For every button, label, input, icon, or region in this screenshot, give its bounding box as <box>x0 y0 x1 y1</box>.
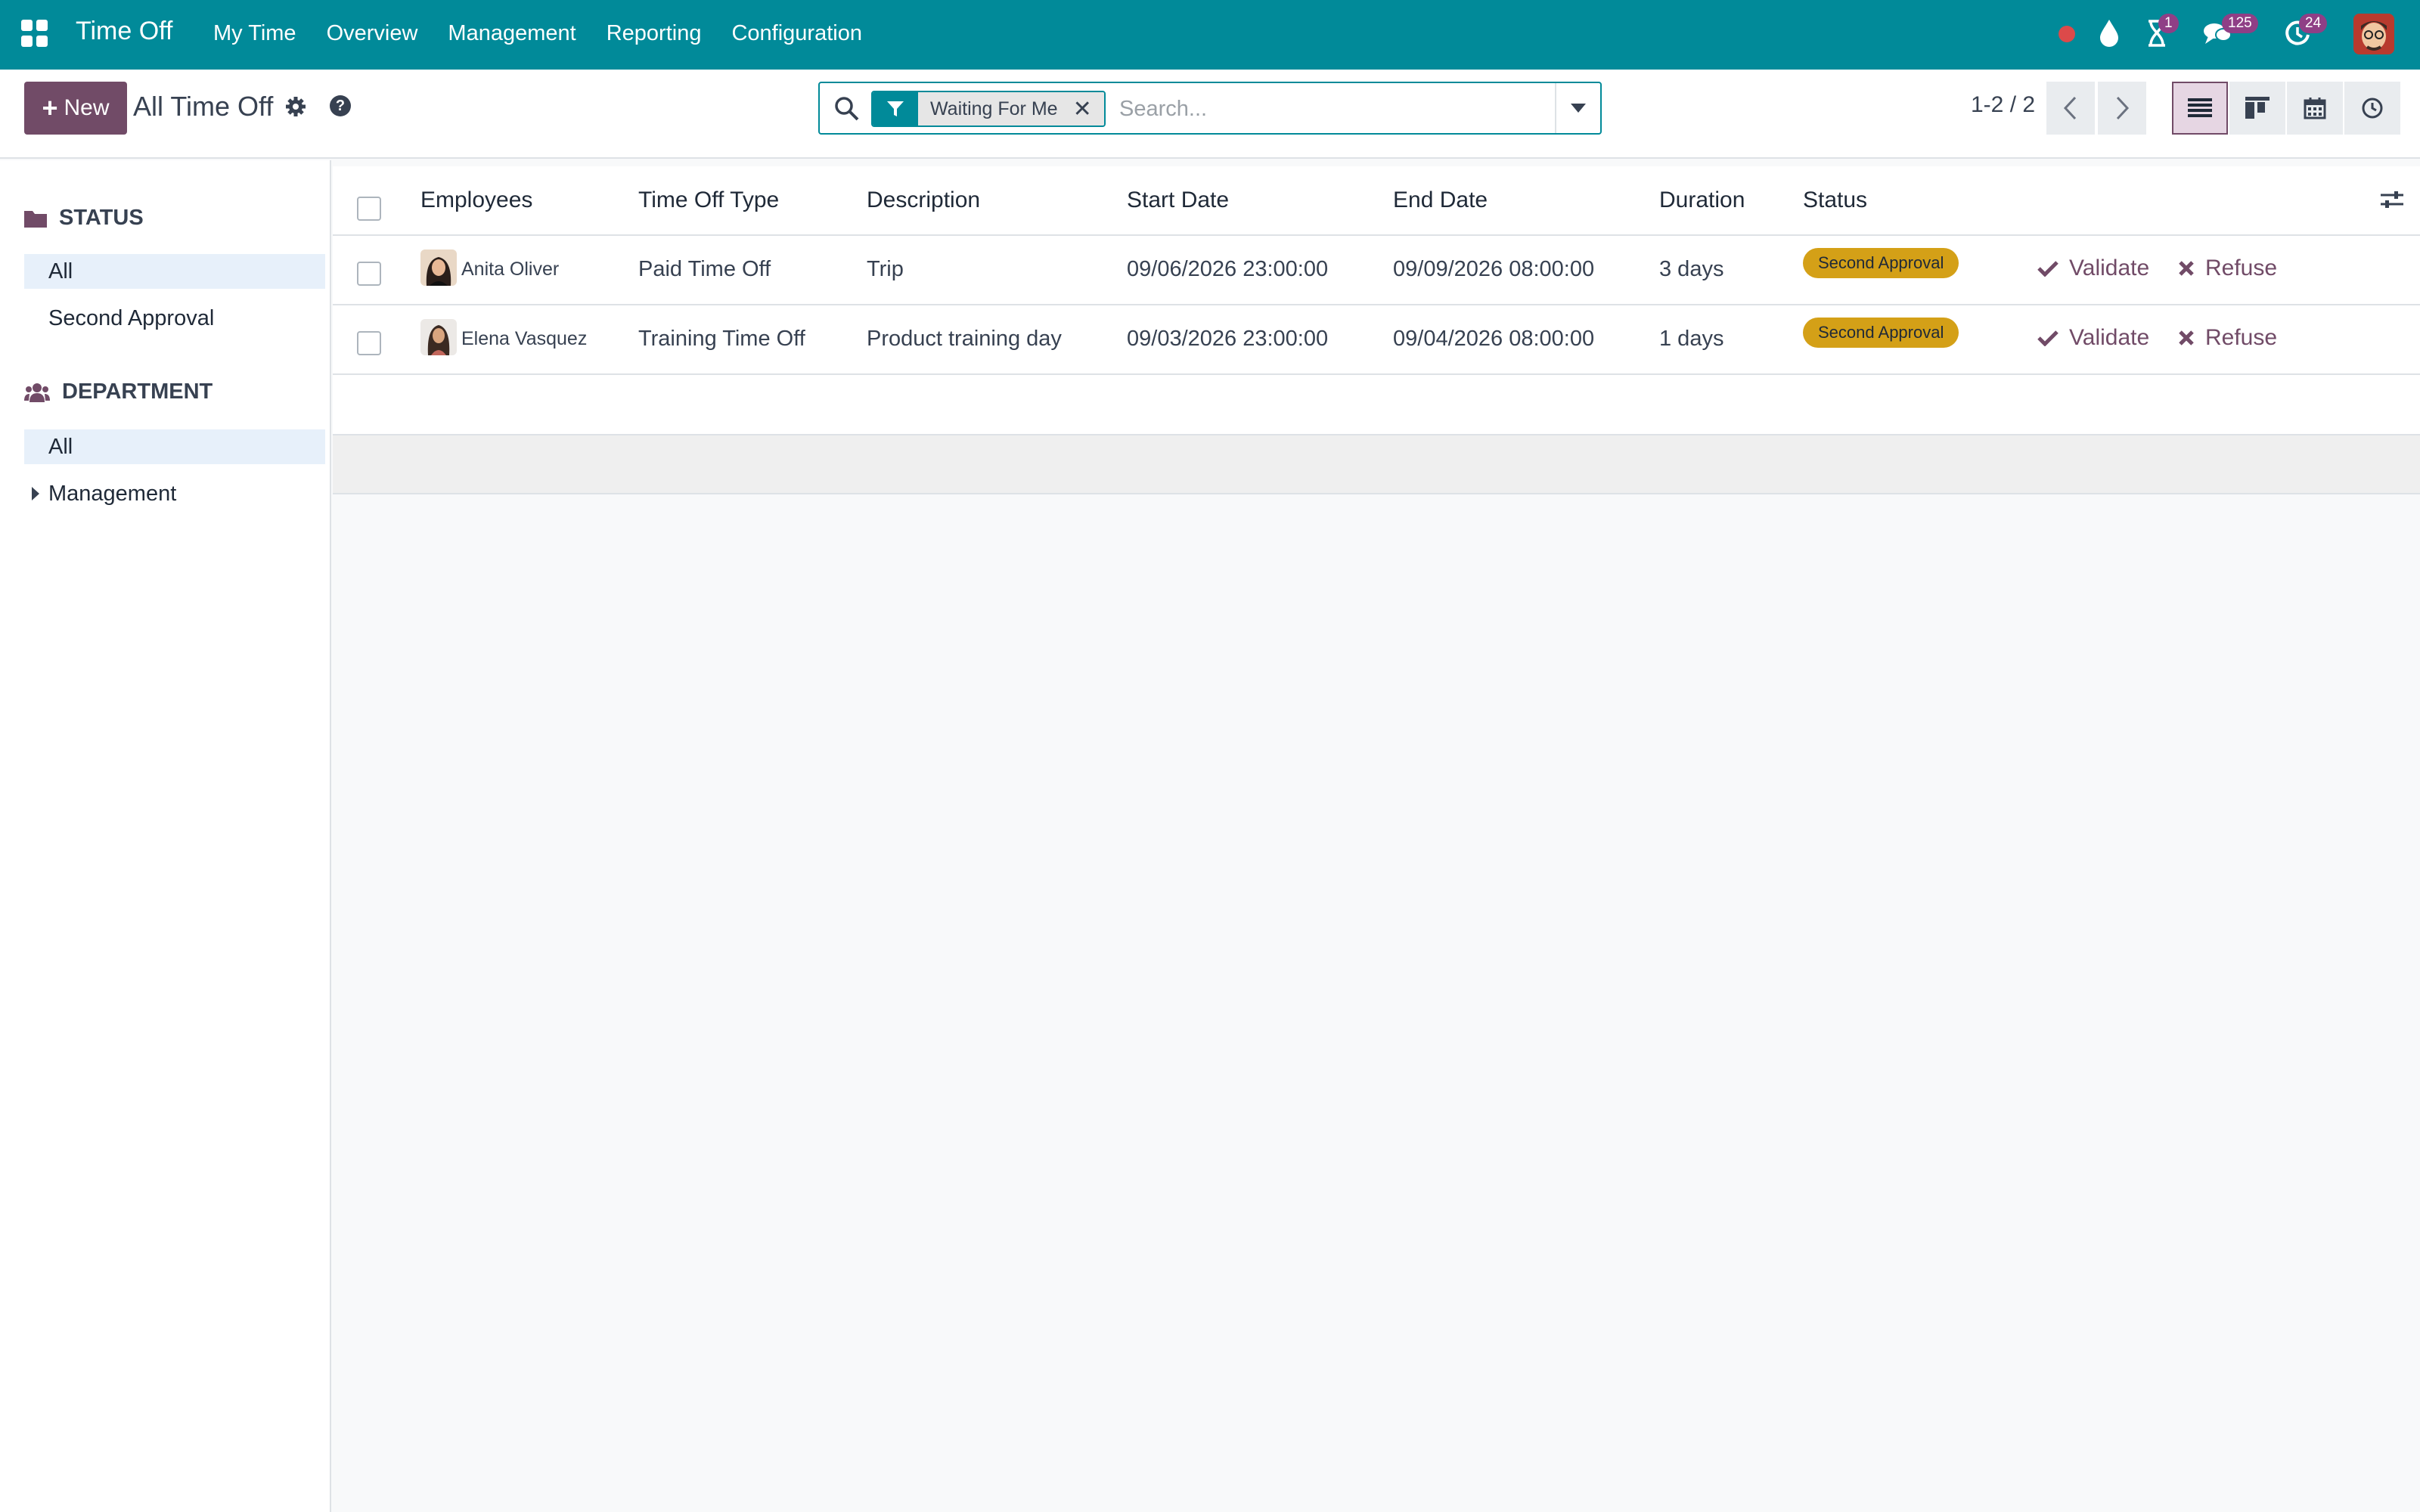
activities-count-badge: 1 <box>2158 14 2179 33</box>
duration-cell: 1 days <box>1659 327 1724 351</box>
pager-value[interactable]: 1-2 / 2 <box>1971 92 2035 118</box>
times-icon <box>2179 330 2194 345</box>
users-icon <box>24 383 50 402</box>
column-end-date[interactable]: End Date <box>1393 187 1488 213</box>
menu-configuration[interactable]: Configuration <box>731 21 862 46</box>
column-start-date[interactable]: Start Date <box>1127 187 1229 213</box>
facet-label: Waiting For Me <box>930 98 1058 119</box>
end-date-cell: 09/09/2026 08:00:00 <box>1393 257 1595 281</box>
close-icon[interactable]: ✕ <box>1073 96 1092 122</box>
time-off-type-cell: Training Time Off <box>638 327 805 351</box>
times-icon <box>2179 261 2194 276</box>
record-indicator-icon[interactable] <box>2059 26 2075 42</box>
table-row[interactable]: Anita Oliver Paid Time Off Trip 09/06/20… <box>333 236 2420 305</box>
description-cell: Product training day <box>867 327 1062 351</box>
department-section-header: DEPARTMENT <box>24 380 213 404</box>
employee-name[interactable]: Anita Oliver <box>461 259 559 280</box>
column-employees[interactable]: Employees <box>420 187 532 213</box>
duration-cell: 3 days <box>1659 257 1724 281</box>
check-icon <box>2037 330 2059 346</box>
main-menu: My Time Overview Management Reporting Co… <box>213 21 862 46</box>
table-row[interactable]: Elena Vasquez Training Time Off Product … <box>333 305 2420 375</box>
refuse-button[interactable]: Refuse <box>2178 325 2277 351</box>
search-options-toggle[interactable] <box>1555 83 1600 133</box>
search-facet: Waiting For Me ✕ <box>871 91 1106 127</box>
select-all-checkbox[interactable] <box>357 197 381 221</box>
apps-menu-icon[interactable] <box>21 20 48 47</box>
messages-count-badge: 125 <box>2222 14 2258 33</box>
description-cell: Trip <box>867 257 904 281</box>
breadcrumb: All Time Off <box>133 91 274 122</box>
filter-icon <box>873 92 918 125</box>
employee-name[interactable]: Elena Vasquez <box>461 328 587 350</box>
clock-count-badge: 24 <box>2299 14 2328 33</box>
row-checkbox[interactable] <box>357 331 381 355</box>
list-view-button[interactable] <box>2172 82 2228 135</box>
table-header: Employees Time Off Type Description Star… <box>333 166 2420 236</box>
activity-view-icon <box>2362 98 2383 119</box>
status-filter-second-approval[interactable]: Second Approval <box>24 301 325 336</box>
activity-view-button[interactable] <box>2344 82 2400 135</box>
pager-next-button[interactable] <box>2098 82 2146 135</box>
status-badge: Second Approval <box>1803 318 1959 348</box>
calendar-view-button[interactable] <box>2287 82 2343 135</box>
start-date-cell: 09/06/2026 23:00:00 <box>1127 257 1329 281</box>
time-off-list: Employees Time Off Type Description Star… <box>333 166 2420 494</box>
menu-management[interactable]: Management <box>448 21 576 46</box>
help-icon[interactable]: ? <box>330 95 351 116</box>
folder-icon <box>24 210 47 228</box>
caret-right-icon[interactable] <box>32 487 39 500</box>
menu-my-time[interactable]: My Time <box>213 21 296 46</box>
list-footer <box>333 435 2420 494</box>
top-navbar: Time Off My Time Overview Management Rep… <box>0 0 2420 70</box>
end-date-cell: 09/04/2026 08:00:00 <box>1393 327 1595 351</box>
menu-overview[interactable]: Overview <box>327 21 418 46</box>
column-description[interactable]: Description <box>867 187 980 213</box>
kanban-view-button[interactable] <box>2229 82 2285 135</box>
start-date-cell: 09/03/2026 23:00:00 <box>1127 327 1329 351</box>
list-view-icon <box>2188 98 2212 117</box>
chevron-left-icon <box>2063 96 2077 120</box>
pager-previous-button[interactable] <box>2046 82 2095 135</box>
app-title[interactable]: Time Off <box>76 17 172 46</box>
time-off-type-cell: Paid Time Off <box>638 257 771 281</box>
chevron-right-icon <box>2116 96 2130 120</box>
department-filter-all[interactable]: All <box>24 429 325 464</box>
empty-row <box>333 375 2420 435</box>
status-section-header: STATUS <box>24 206 144 231</box>
column-status[interactable]: Status <box>1803 187 1867 213</box>
department-filter-management[interactable]: Management <box>24 476 325 511</box>
search-panel: Waiting For Me ✕ <box>818 82 1602 135</box>
menu-reporting[interactable]: Reporting <box>607 21 702 46</box>
optional-columns-icon[interactable] <box>2379 189 2405 212</box>
status-badge: Second Approval <box>1803 248 1959 278</box>
refuse-button[interactable]: Refuse <box>2178 256 2277 281</box>
employee-avatar <box>420 249 457 286</box>
plus-icon: + <box>42 92 58 123</box>
check-icon <box>2037 261 2059 277</box>
kanban-view-icon <box>2245 97 2270 119</box>
caret-down-icon <box>1571 104 1586 113</box>
validate-button[interactable]: Validate <box>2037 325 2149 351</box>
status-filter-all[interactable]: All <box>24 254 325 289</box>
column-duration[interactable]: Duration <box>1659 187 1745 213</box>
calendar-view-icon <box>2304 98 2326 119</box>
search-input[interactable] <box>1119 92 1543 125</box>
search-panel-sidebar: STATUS All Second Approval DEPARTMENT Al… <box>0 160 331 1512</box>
row-checkbox[interactable] <box>357 262 381 286</box>
column-time-off-type[interactable]: Time Off Type <box>638 187 779 213</box>
user-avatar[interactable] <box>2353 14 2394 54</box>
gear-icon[interactable] <box>284 95 307 118</box>
validate-button[interactable]: Validate <box>2037 256 2149 281</box>
employee-avatar <box>420 319 457 355</box>
search-icon[interactable] <box>833 95 861 122</box>
new-button[interactable]: + New <box>24 82 127 135</box>
droplet-icon[interactable] <box>2098 18 2121 47</box>
